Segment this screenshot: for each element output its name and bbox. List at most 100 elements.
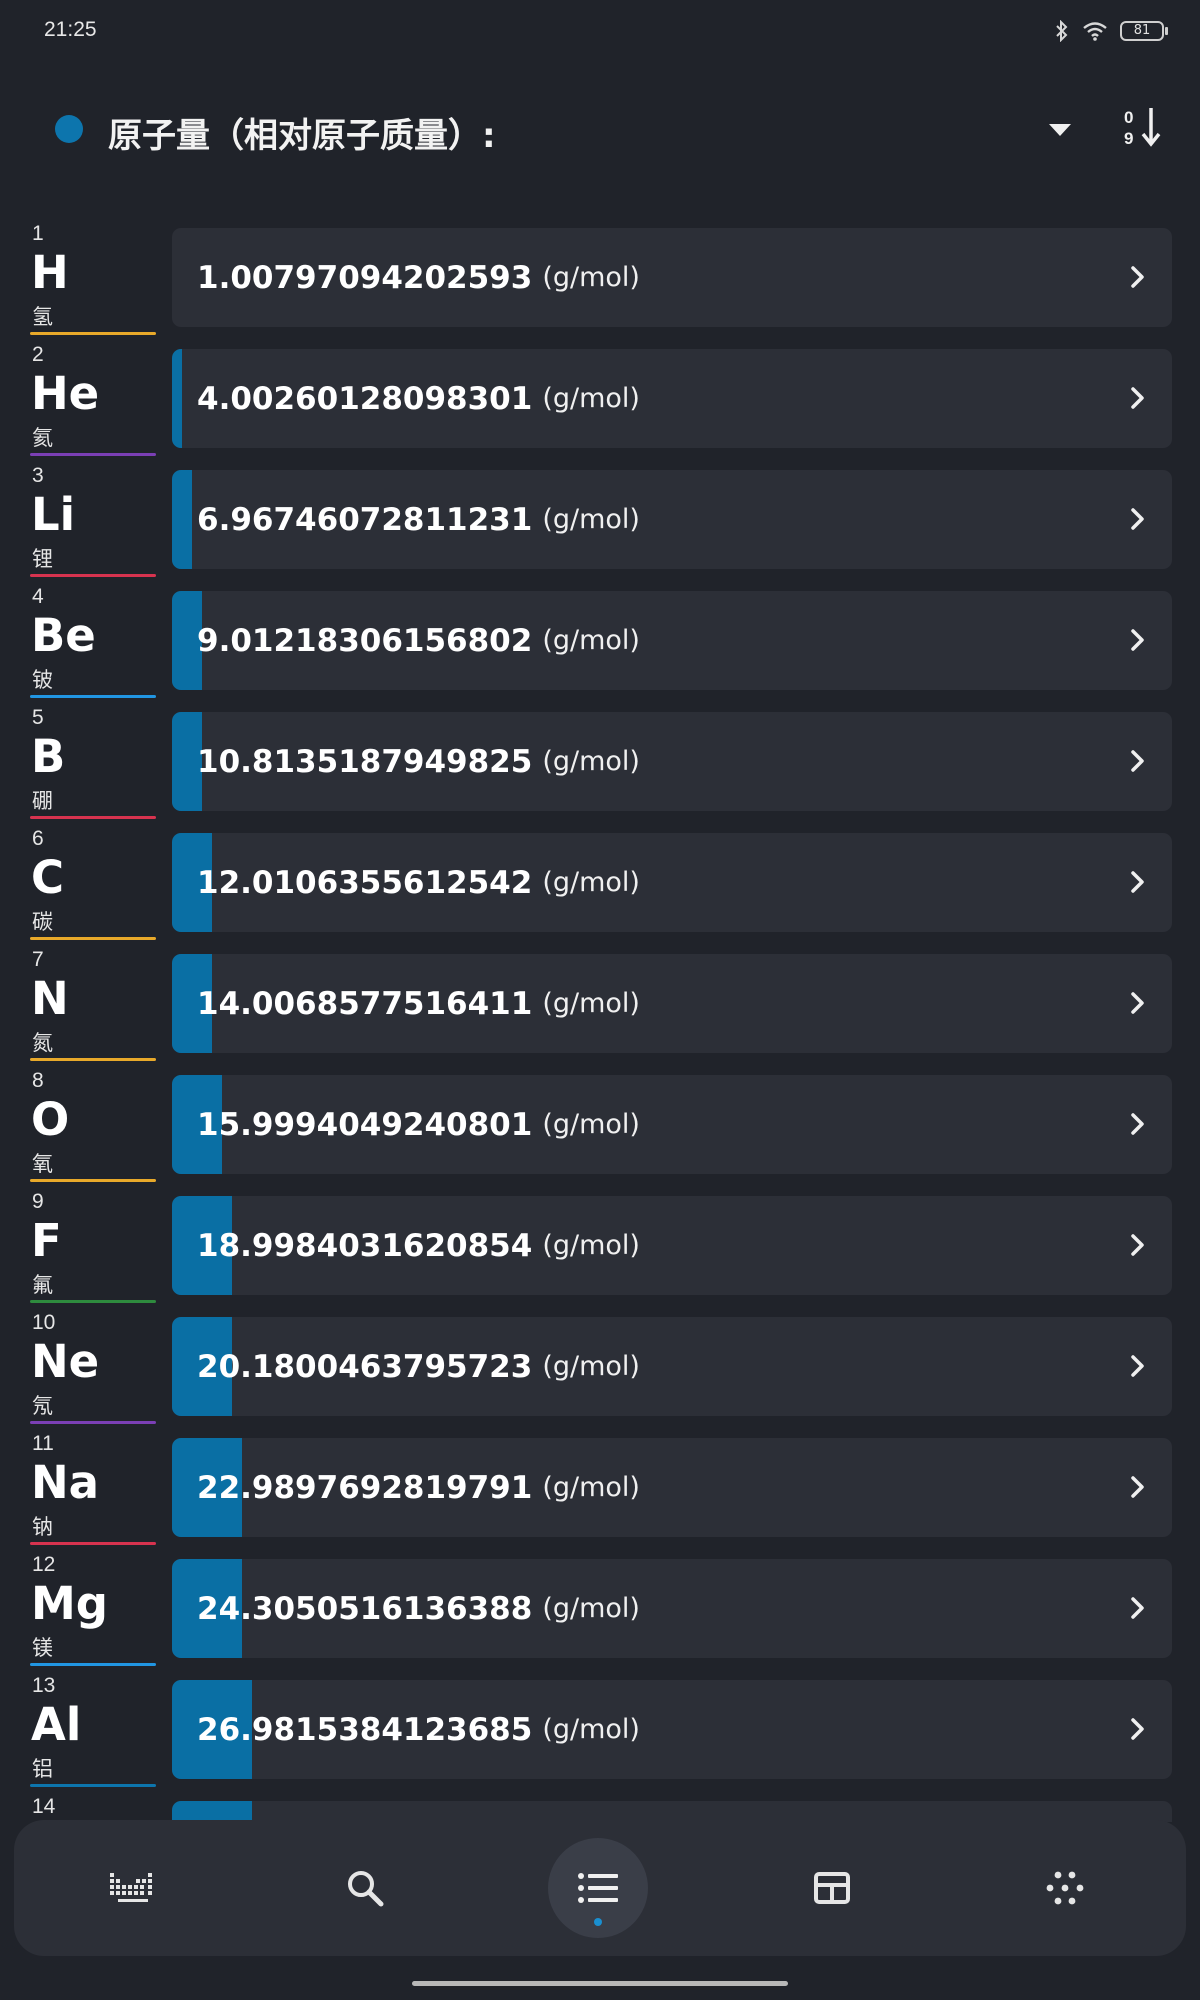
value-bar [172,470,192,569]
element-label: 5B硼 [28,706,156,819]
unit-label: (g/mol) [542,1230,640,1261]
value-card[interactable]: 24.3050516136388 (g/mol) [172,1559,1172,1658]
atomic-mass-value: 18.9984031620854 [197,1227,533,1264]
category-color-line [30,1179,156,1182]
element-row: 1 H 氢 1.00797094202593 (g/mol) [0,222,1200,343]
sort-button[interactable]: 0 9 [1122,104,1168,150]
element-symbol: N [31,972,69,1025]
caret-down-icon [1049,124,1071,136]
category-color-line [30,332,156,335]
value-card[interactable]: 18.9984031620854 (g/mol) [172,1196,1172,1295]
element-name: 氢 [32,305,53,329]
chevron-right-icon [1131,750,1144,772]
value-card[interactable]: 20.1800463795723 (g/mol) [172,1317,1172,1416]
active-indicator-dot [594,1918,602,1926]
bottom-navigation [14,1820,1186,1956]
element-row: 5 B 硼 10.8135187949825 (g/mol) [0,706,1200,827]
property-color-dot [55,115,83,143]
value-text: 18.9984031620854 (g/mol) [197,1196,640,1295]
atomic-mass-value: 1.00797094202593 [197,259,533,296]
bluetooth-icon [1056,20,1068,42]
battery-indicator: 81 [1120,21,1168,41]
nav-list[interactable] [548,1838,648,1938]
search-icon [348,1871,384,1907]
atomic-mass-value: 24.3050516136388 [197,1590,533,1627]
atomic-number: 10 [32,1311,56,1334]
element-list[interactable]: 1 H 氢 1.00797094202593 (g/mol) 2 He 氦 4.00260128… [0,222,1200,1822]
element-label: 1H氢 [28,222,156,335]
atomic-number: 3 [32,464,44,487]
status-icons: 81 [1054,20,1168,42]
element-row: 9 F 氟 18.9984031620854 (g/mol) [0,1190,1200,1311]
value-card[interactable]: 14.0068577516411 (g/mol) [172,954,1172,1053]
nav-table[interactable] [782,1838,882,1938]
value-text: 4.00260128098301 (g/mol) [197,349,640,448]
atomic-mass-value: 15.9994049240801 [197,1106,533,1143]
atomic-mass-value: 26.9815384123685 [197,1711,533,1748]
nav-periodic-table[interactable] [81,1838,181,1938]
dots-pattern-icon [1046,1871,1084,1905]
element-label: 2 He 氦 [28,343,156,456]
nav-more[interactable] [1015,1838,1115,1938]
chevron-right-icon [1131,1476,1144,1498]
chevron-right-icon [1131,1113,1144,1135]
atomic-mass-value: 22.9897692819791 [197,1469,533,1506]
element-name: 铍 [32,668,53,692]
element-symbol: Li [31,488,76,541]
value-card[interactable] [172,1801,1172,1822]
element-symbol: Na [31,1456,100,1509]
chevron-right-icon [1131,266,1144,288]
home-indicator[interactable] [412,1981,788,1986]
atomic-mass-value: 6.96746072811231 [197,501,533,538]
element-row: 2 He 氦 4.00260128098301 (g/mol) [0,343,1200,464]
category-color-line [30,1058,156,1061]
value-text: 14.0068577516411 (g/mol) [197,954,640,1053]
atomic-number: 7 [32,948,44,971]
chevron-right-icon [1131,992,1144,1014]
value-card[interactable]: 1.00797094202593 (g/mol) [172,228,1172,327]
value-card[interactable]: 6.96746072811231 (g/mol) [172,470,1172,569]
category-color-line [30,937,156,940]
value-card[interactable]: 10.8135187949825 (g/mol) [172,712,1172,811]
list-icon [578,1873,618,1903]
element-row: 7 N 氮 14.0068577516411 (g/mol) [0,948,1200,1069]
element-name: 氖 [32,1394,53,1418]
value-card[interactable]: 4.00260128098301 (g/mol) [172,349,1172,448]
category-color-line [30,1421,156,1424]
chevron-right-icon [1131,1597,1144,1619]
property-dropdown-button[interactable] [1040,110,1080,150]
periodic-table-icon [110,1873,152,1902]
unit-label: (g/mol) [542,383,640,414]
element-row: 10 Ne 氖 20.1800463795723 (g/mol) [0,1311,1200,1432]
element-symbol: O [31,1093,70,1146]
value-card[interactable]: 9.01218306156802 (g/mol) [172,591,1172,690]
element-row: 14 [0,1795,1200,1822]
chevron-right-icon [1131,1355,1144,1377]
svg-text:9: 9 [1124,129,1133,148]
category-color-line [30,816,156,819]
value-text: 9.01218306156802 (g/mol) [197,591,640,690]
status-bar: 21:25 81 [0,0,1200,64]
element-label: 7N氮 [28,948,156,1061]
element-row: 6 C 碳 12.0106355612542 (g/mol) [0,827,1200,948]
value-card[interactable]: 26.9815384123685 (g/mol) [172,1680,1172,1779]
element-row: 8 O 氧 15.9994049240801 (g/mol) [0,1069,1200,1190]
value-card[interactable]: 12.0106355612542 (g/mol) [172,833,1172,932]
element-name: 锂 [32,547,53,571]
element-label: 3 Li 锂 [28,464,156,577]
chevron-right-icon [1131,871,1144,893]
category-color-line [30,1542,156,1545]
chevron-right-icon [1131,508,1144,530]
element-symbol: He [31,367,100,420]
nav-search[interactable] [315,1838,415,1938]
chevron-right-icon [1131,387,1144,409]
value-card[interactable]: 22.9897692819791 (g/mol) [172,1438,1172,1537]
element-label: 6C碳 [28,827,156,940]
element-symbol: Ne [31,1335,100,1388]
value-text: 1.00797094202593 (g/mol) [197,228,640,327]
value-card[interactable]: 15.9994049240801 (g/mol) [172,1075,1172,1174]
atomic-number: 12 [32,1553,56,1576]
atomic-number: 2 [32,343,44,366]
wifi-icon [1083,22,1107,41]
unit-label: (g/mol) [542,1109,640,1140]
